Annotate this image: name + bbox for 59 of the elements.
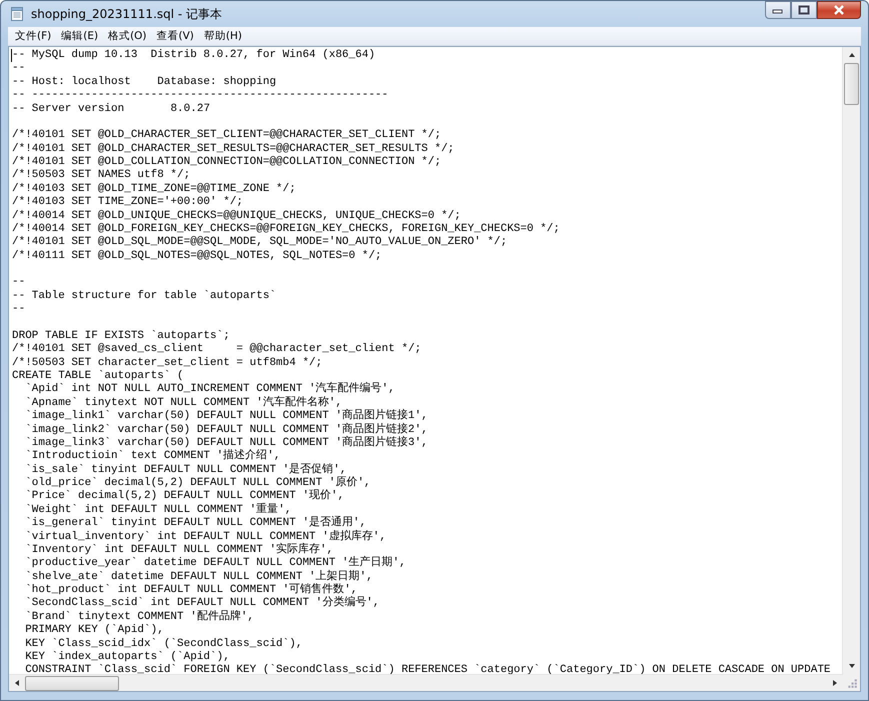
code-line: `image_link1` varchar(50) DEFAULT NULL COMMENT '商品图片链接1',	[24, 410, 428, 422]
maximize-icon	[798, 5, 810, 15]
code-line: --	[12, 276, 26, 290]
code-line: /*!40014 SET @OLD_FOREIGN_KEY_CHECKS=@@FOREIGN_KEY_CHECKS, FOREIGN_KEY_CHECKS=0 */;	[12, 222, 560, 236]
code-line: `Price` decimal(5,2) DEFAULT NULL COMMENT '现价',	[24, 490, 344, 503]
code-line: `Apid` int NOT NULL AUTO_INCREMENT COMMENT '汽车配件编号',	[24, 383, 395, 396]
code-line: --	[12, 303, 26, 316]
scroll-thumb[interactable]	[844, 63, 859, 105]
code-line: -- MySQL dump 10.13 Distrib 8.0.27, for Win64 (x86_64)	[12, 49, 376, 62]
code-line: /*!40101 SET @OLD_SQL_MODE=@@SQL_MODE, SQL_MODE='NO_AUTO_VALUE_ON_ZERO' */;	[12, 236, 508, 250]
code-line: -- Table structure for table `autoparts`	[12, 290, 276, 304]
code-line: -- Host: localhost Database: shopping	[12, 76, 276, 90]
code-line: /*!40101 SET @OLD_CHARACTER_SET_RESULTS=@@CHARACTER_SET_RESULTS */;	[12, 142, 454, 156]
code-line: `shelve_ate` datetime DEFAULT NULL COMMENT '上架日期',	[24, 570, 373, 583]
code-line: `hot_product` int DEFAULT NULL COMMENT '可销售件数',	[24, 584, 358, 596]
code-line: /*!40103 SET @OLD_TIME_ZONE=@@TIME_ZONE */;	[12, 182, 296, 196]
code-line: /*!40103 SET TIME_ZONE='+00:00' */;	[12, 196, 244, 210]
minimize-button[interactable]	[765, 1, 791, 19]
code-line: `image_link3` varchar(50) DEFAULT NULL COMMENT '商品图片链接3',	[24, 436, 428, 449]
code-line: `is_general` tinyint DEFAULT NULL COMMENT '是否通用',	[24, 517, 366, 530]
code-line: `Weight` int DEFAULT NULL COMMENT '重量',	[24, 504, 292, 517]
close-icon	[832, 5, 846, 15]
maximize-button[interactable]	[791, 1, 817, 19]
code-line: `Inventory` int DEFAULT NULL COMMENT '实际库存',	[24, 544, 334, 557]
code-line: `productive_year` datetime DEFAULT NULL COMMENT '生产日期',	[24, 557, 406, 570]
code-line: CREATE TABLE `autoparts` (	[12, 370, 184, 383]
menu-item[interactable]: 查看(V)	[152, 29, 199, 43]
menu-item[interactable]: 帮助(H)	[198, 29, 248, 43]
code-line: -- ------------------------------------------------------	[12, 89, 388, 102]
code-line: `is_sale` tinyint DEFAULT NULL COMMENT '是否促销',	[24, 464, 346, 476]
close-button[interactable]	[817, 1, 861, 19]
vertical-scrollbar[interactable]	[842, 47, 860, 674]
code-line: --	[12, 62, 26, 76]
notepad-icon	[9, 6, 25, 22]
code-line: /*!40014 SET @OLD_UNIQUE_CHECKS=@@UNIQUE_CHECKS, UNIQUE_CHECKS=0 */;	[12, 210, 461, 223]
code-line: /*!40101 SET @OLD_CHARACTER_SET_CLIENT=@@CHARACTER_SET_CLIENT */;	[12, 129, 442, 143]
code-line: `Brand` tinytext COMMENT '配件品牌',	[24, 610, 254, 624]
code-line: -- Server version 8.0.27	[12, 102, 210, 116]
code-line: /*!40101 SET @saved_cs_client = @@character_set_client */;	[12, 343, 422, 357]
code-line: /*!50503 SET NAMES utf8 */;	[12, 169, 190, 183]
code-line: /*!50503 SET character_set_client = utf8mb4 */;	[12, 356, 322, 370]
code-line: `old_price` decimal(5,2) DEFAULT NULL COMMENT '原价',	[24, 477, 371, 489]
window-title: shopping_20231111.sql - 记事本	[31, 6, 222, 22]
code-line: `SecondClass_scid` int DEFAULT NULL COMMENT '分类编号',	[24, 597, 380, 610]
code-line: PRIMARY KEY (`Apid`),	[24, 624, 164, 638]
code-line: KEY `index_autoparts` (`Apid`),	[24, 650, 230, 664]
horizontal-scrollbar[interactable]	[9, 674, 843, 691]
menu-item[interactable]: 编辑(E)	[56, 29, 104, 43]
code-line: /*!40111 SET @OLD_SQL_NOTES=@@SQL_NOTES, SQL_NOTES=0 */;	[12, 250, 382, 263]
code-line: `Introductioin` text COMMENT '描述介绍',	[24, 450, 280, 464]
code-line: `virtual_inventory` int DEFAULT NULL COMMENT '虚拟库存',	[24, 530, 386, 542]
code-line: `Apname` tinytext NOT NULL COMMENT '汽车配件名称',	[24, 396, 342, 409]
menu-item[interactable]: 格式(O)	[103, 29, 152, 43]
code-line: `image_link2` varchar(50) DEFAULT NULL COMMENT '商品图片链接2',	[24, 424, 428, 436]
code-line: KEY `Class_scid_idx` (`SecondClass_scid`),	[24, 638, 302, 651]
menu-item[interactable]: 文件(F)	[10, 29, 56, 43]
code-line: DROP TABLE IF EXISTS `autoparts`;	[12, 330, 230, 343]
code-line: /*!40101 SET @OLD_COLLATION_CONNECTION=@@COLLATION_CONNECTION */;	[12, 156, 442, 169]
scroll-thumb[interactable]	[25, 676, 119, 690]
